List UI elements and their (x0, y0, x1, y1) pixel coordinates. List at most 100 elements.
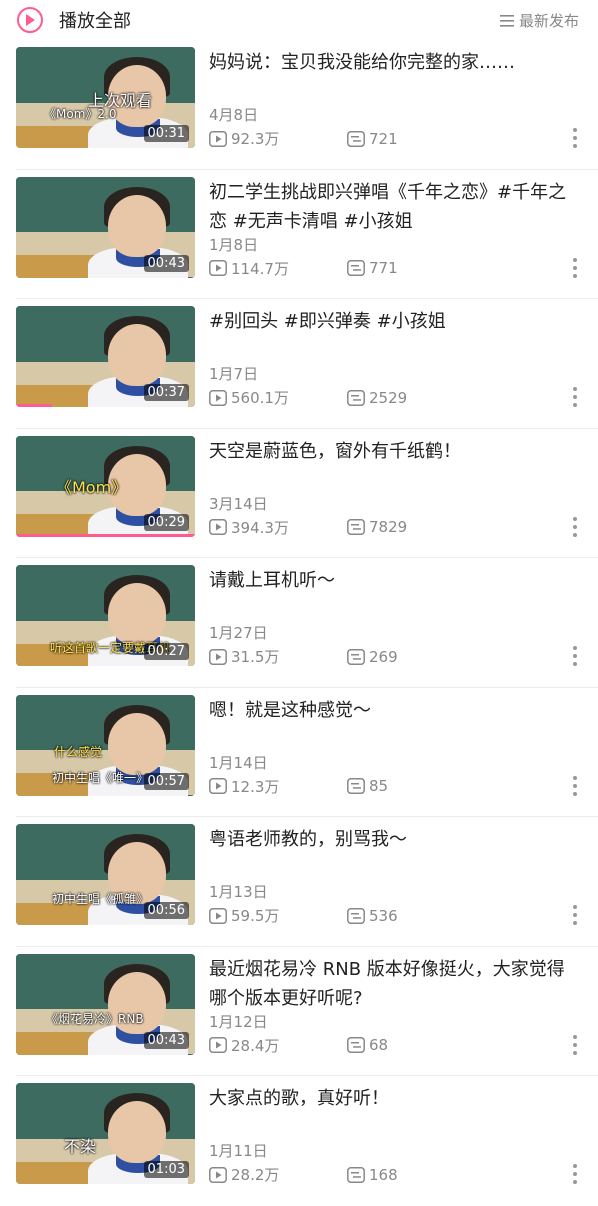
video-date: 1月11日 (209, 1142, 268, 1160)
video-thumbnail[interactable]: 不染 01:03 (16, 1083, 195, 1184)
sort-label: 最新发布 (518, 12, 579, 30)
thumbnail-caption: 初中生唱《孤雏》 (52, 892, 149, 906)
video-date: 3月14日 (209, 494, 268, 513)
more-options-icon[interactable] (572, 257, 578, 278)
video-thumbnail[interactable]: 初中生唱《孤雏》 00:56 (16, 824, 195, 925)
video-date: 1月7日 (209, 365, 259, 383)
face-image (108, 194, 166, 257)
play-count: 28.4万 (209, 1035, 279, 1056)
play-count-icon (209, 130, 227, 147)
more-options-icon[interactable] (572, 775, 578, 796)
danmaku-icon (347, 519, 365, 535)
video-title[interactable]: 天空是蔚蓝色，窗外有千纸鹤！ (209, 437, 579, 466)
video-stats: 394.3万 7829 (209, 517, 407, 538)
video-list: 上次观看 《Mom》2.0 00:31 妈妈说：宝贝我没能给你完整的家…… 4月8… (0, 40, 598, 1206)
danmaku-icon (347, 1037, 365, 1053)
danmaku-count-value: 85 (369, 777, 389, 795)
play-count-value: 114.7万 (231, 259, 289, 278)
video-date: 1月27日 (209, 624, 268, 642)
danmaku-count: 721 (347, 130, 398, 148)
video-thumbnail[interactable]: 听这首歌一定要戴耳机 00:27 (16, 565, 195, 666)
video-title[interactable]: 最近烟花易冷 RNB 版本好像挺火，大家觉得哪个版本更好听呢? (209, 955, 579, 1013)
video-date: 1月8日 (209, 235, 259, 254)
video-list-item[interactable]: 《烟花易冷》RNB 00:43 最近烟花易冷 RNB 版本好像挺火，大家觉得哪个… (0, 947, 598, 1077)
face-image (108, 324, 166, 386)
more-options-icon[interactable] (572, 646, 578, 666)
video-stats: 92.3万 721 (209, 128, 398, 149)
video-stats: 114.7万 771 (209, 258, 398, 279)
play-count-value: 59.5万 (231, 907, 280, 925)
play-count: 394.3万 (209, 517, 289, 538)
video-list-item[interactable]: 00:37 #别回头 #即兴弹奏 #小孩姐 1月7日 560.1万 2529 (0, 299, 598, 429)
video-date: 1月14日 (209, 753, 268, 772)
video-thumbnail[interactable]: 《烟花易冷》RNB 00:43 (16, 953, 195, 1055)
danmaku-count-value: 536 (369, 906, 398, 925)
video-list-item[interactable]: 初中生唱《孤雏》 00:56 粤语老师教的，别骂我～ 1月13日 59.5万 5… (0, 817, 598, 947)
video-duration: 00:43 (143, 1031, 189, 1049)
danmaku-count: 7829 (347, 518, 407, 536)
video-list-item[interactable]: 《Mom》 00:29 天空是蔚蓝色，窗外有千纸鹤！ 3月14日 394.3万 … (0, 429, 598, 559)
play-count-value: 92.3万 (231, 130, 280, 148)
video-duration: 01:03 (143, 1161, 189, 1178)
video-title[interactable]: 大家点的歌，真好听！ (209, 1084, 579, 1113)
video-title[interactable]: #别回头 #即兴弹奏 #小孩姐 (209, 307, 579, 336)
video-duration: 00:27 (143, 643, 189, 660)
face-image (108, 583, 166, 645)
danmaku-count-value: 68 (369, 1036, 389, 1054)
video-thumbnail[interactable]: 上次观看 《Mom》2.0 00:31 (16, 47, 195, 148)
video-date: 1月13日 (209, 883, 268, 901)
video-thumbnail[interactable]: 《Mom》 00:29 (16, 435, 195, 537)
danmaku-count-value: 168 (369, 1165, 398, 1184)
play-count: 12.3万 (209, 776, 279, 797)
play-all-button[interactable]: 播放全部 (17, 7, 131, 33)
header: 播放全部 最新发布 (0, 0, 598, 40)
play-count-icon (209, 389, 227, 406)
danmaku-icon (347, 1166, 365, 1183)
more-options-icon[interactable] (572, 387, 578, 407)
sort-lines-icon (499, 14, 514, 27)
play-count-value: 12.3万 (231, 777, 280, 796)
video-list-item[interactable]: 不染 01:03 大家点的歌，真好听！ 1月11日 28.2万 168 (0, 1076, 598, 1206)
video-list-item[interactable]: 上次观看 《Mom》2.0 00:31 妈妈说：宝贝我没能给你完整的家…… 4月8… (0, 40, 598, 170)
danmaku-count: 85 (347, 777, 388, 795)
play-count: 114.7万 (209, 258, 289, 279)
sort-button[interactable]: 最新发布 (499, 10, 579, 31)
thumbnail-caption: 不染 (64, 1137, 97, 1156)
video-stats: 31.5万 269 (209, 646, 398, 667)
danmaku-icon (347, 389, 365, 406)
play-count: 31.5万 (209, 646, 279, 667)
more-options-icon[interactable] (572, 1034, 578, 1055)
video-title[interactable]: 嗯！就是这种感觉～ (209, 696, 579, 725)
danmaku-count: 536 (347, 907, 398, 925)
thumbnail-caption: 什么感觉 (54, 744, 103, 759)
thumbnail-caption: 初中生唱《唯一》 (52, 770, 149, 785)
play-count-value: 28.2万 (231, 1166, 280, 1184)
play-count-value: 394.3万 (231, 518, 289, 537)
video-thumbnail[interactable]: 什么感觉 初中生唱《唯一》 00:57 (16, 694, 195, 796)
video-list-item[interactable]: 00:43 初二学生挑战即兴弹唱《千年之恋》#千年之恋 #无声卡清唱 #小孩姐 … (0, 170, 598, 300)
video-date: 4月8日 (209, 106, 259, 124)
video-thumbnail[interactable]: 00:37 (16, 306, 195, 407)
video-duration: 00:37 (143, 384, 189, 401)
play-count-icon (209, 1166, 227, 1183)
video-list-item[interactable]: 什么感觉 初中生唱《唯一》 00:57 嗯！就是这种感觉～ 1月14日 12.3万 (0, 688, 598, 818)
danmaku-count: 2529 (347, 389, 407, 407)
play-circle-icon (17, 7, 43, 33)
video-title[interactable]: 请戴上耳机听～ (209, 566, 579, 595)
video-thumbnail[interactable]: 00:43 (16, 176, 195, 278)
more-options-icon[interactable] (572, 516, 578, 537)
more-options-icon[interactable] (572, 1164, 578, 1184)
more-options-icon[interactable] (572, 128, 578, 148)
video-stats: 12.3万 85 (209, 776, 388, 797)
video-list-item[interactable]: 听这首歌一定要戴耳机 00:27 请戴上耳机听～ 1月27日 31.5万 269 (0, 558, 598, 688)
play-count-icon (209, 648, 227, 665)
danmaku-icon (347, 648, 365, 665)
video-title[interactable]: 初二学生挑战即兴弹唱《千年之恋》#千年之恋 #无声卡清唱 #小孩姐 (209, 178, 579, 236)
video-stats: 59.5万 536 (209, 905, 398, 926)
video-title[interactable]: 妈妈说：宝贝我没能给你完整的家…… (209, 48, 579, 77)
video-stats: 560.1万 2529 (209, 387, 407, 408)
more-options-icon[interactable] (572, 905, 578, 925)
thumbnail-caption: 《烟花易冷》RNB (46, 1011, 144, 1026)
video-title[interactable]: 粤语老师教的，别骂我～ (209, 825, 579, 854)
video-date: 1月12日 (209, 1012, 268, 1031)
